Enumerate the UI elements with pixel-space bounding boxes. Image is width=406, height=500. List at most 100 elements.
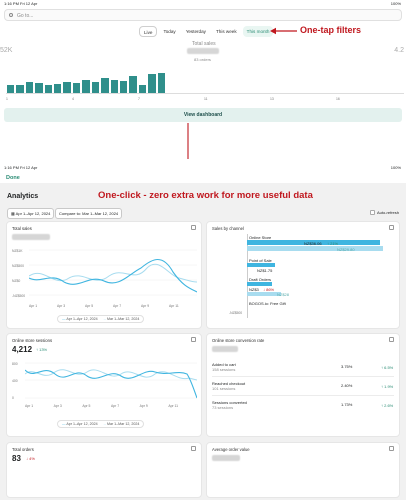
y-tick: -NZ$500 — [12, 294, 26, 298]
average-order-value-card[interactable]: Average order value — [206, 442, 400, 498]
battery-level: 100% — [390, 1, 401, 6]
conversion-rate-card[interactable]: Online store conversion rate Added to ca… — [206, 333, 400, 437]
x-tick: Apr 7 — [111, 404, 120, 408]
y-tick: 400 — [12, 379, 18, 383]
funnel-sessions: 101 sessions — [212, 386, 236, 391]
filter-today[interactable]: Today — [159, 26, 179, 37]
compare-series-line — [29, 263, 197, 283]
legend-current: — Apr 1–Apr 12, 2024 — [62, 422, 98, 426]
filter-live[interactable]: Live — [139, 26, 158, 37]
sessions-line-chart — [25, 362, 197, 399]
card-menu-icon[interactable] — [191, 337, 196, 342]
legend-current-label: Apr 1–Apr 12, 2024 — [66, 317, 98, 321]
funnel-change: ↑ 6.5% — [381, 365, 394, 370]
search-icon — [9, 13, 13, 17]
legend-compare: -- Mar 1–Mar 12, 2024 — [103, 317, 140, 321]
card-menu-icon[interactable] — [191, 446, 196, 451]
sales-bar — [101, 78, 109, 93]
x-tick: Apr 1 — [25, 404, 34, 408]
sales-by-channel-card[interactable]: Sales by channel Online Store NZ$36.06 ↑… — [206, 221, 400, 329]
chart-legend: — Apr 1–Apr 12, 2024 -- Mar 1–Mar 12, 20… — [57, 315, 145, 323]
row-divider — [212, 376, 394, 377]
filter-this-month[interactable]: This month — [242, 26, 274, 37]
card-menu-icon[interactable] — [389, 225, 394, 230]
card-menu-icon[interactable] — [389, 337, 394, 342]
x-tick: Apr 9 — [139, 404, 148, 408]
status-time-2: 1:16 PM Fri 12 Apr — [4, 165, 38, 170]
conversion-title: Online store conversion rate — [212, 338, 265, 343]
bar-chart-x-axis: 1 4 7 11 13 16 — [6, 97, 404, 103]
search-bar[interactable]: Go to... — [4, 9, 402, 21]
x-tick: Apr 7 — [113, 304, 122, 308]
x-tick: Apr 11 — [168, 404, 179, 408]
sales-bar — [54, 84, 62, 93]
sales-bar — [7, 84, 15, 93]
sessions-title: Online store sessions — [12, 338, 53, 343]
total-sales-value-redacted — [12, 234, 50, 240]
filter-this-week[interactable]: This week — [212, 26, 241, 37]
funnel-pct: 2.40% — [341, 383, 353, 388]
x-tick: 16 — [336, 97, 340, 101]
done-button[interactable]: Done — [6, 175, 20, 181]
sales-bar — [82, 80, 90, 93]
sales-bar — [63, 82, 71, 93]
funnel-change: ↑ 2.6% — [381, 403, 394, 408]
legend-compare-label: Mar 1–Mar 12, 2024 — [106, 317, 140, 321]
top-nav: 1:16 PM Fri 12 Apr 100% Done — [0, 159, 406, 183]
legend-compare-label: Mar 1–Mar 12, 2024 — [106, 422, 140, 426]
channel-bar-compare — [247, 292, 281, 296]
sales-by-channel-title: Sales by channel — [212, 226, 244, 231]
channel-value: NZ$1.75 — [257, 268, 273, 273]
card-menu-icon[interactable] — [389, 446, 394, 451]
sessions-value: 4,212 — [12, 345, 33, 354]
date-filters: Live Today Yesterday This week This mont… — [139, 26, 274, 37]
funnel-sessions: 158 sessions — [212, 367, 236, 372]
date-range-button[interactable]: ▦ Apr 1–Apr 12, 2024 — [7, 208, 55, 219]
channel-bar-current — [247, 263, 275, 267]
sales-bar — [110, 80, 118, 93]
x-tick: Apr 3 — [57, 304, 66, 308]
status-time: 1:16 PM Fri 12 Apr — [4, 1, 38, 6]
search-placeholder: Go to... — [17, 13, 34, 19]
total-orders-title: Total orders — [12, 447, 34, 452]
y-tick: NZ$0 — [12, 279, 21, 283]
filter-yesterday[interactable]: Yesterday — [182, 26, 210, 37]
total-sales-label: Total sales — [192, 41, 216, 47]
left-metric: 52K — [0, 47, 13, 54]
average-order-title: Average order value — [212, 447, 250, 452]
card-menu-icon[interactable] — [191, 225, 196, 230]
x-tick: 11 — [204, 97, 208, 101]
auto-refresh-checkbox[interactable] — [370, 210, 375, 215]
legend-compare: -- Mar 1–Mar 12, 2024 — [103, 422, 140, 426]
total-sales-value-redacted — [187, 48, 219, 54]
x-tick: Apr 5 — [82, 404, 91, 408]
channel-compare-value: NZ$28 — [277, 292, 290, 297]
total-sales-line-chart — [29, 249, 197, 296]
annotation-one-click: One-click - zero extra work for more use… — [98, 190, 313, 201]
y-tick: NZ$1K — [12, 249, 23, 253]
funnel-sessions: 73 sessions — [212, 405, 234, 410]
x-tick: 7 — [138, 97, 140, 101]
sessions-x-axis: Apr 1 Apr 3 Apr 5 Apr 7 Apr 9 Apr 11 — [25, 404, 197, 409]
battery-level-2: 100% — [390, 165, 401, 170]
sales-bar — [16, 85, 24, 93]
sales-bar — [129, 76, 137, 93]
sessions-card[interactable]: Online store sessions 4,212 ↑ 13% 800 40… — [6, 333, 202, 437]
total-orders-card[interactable]: Total orders 83 ↓ 4% — [6, 442, 202, 498]
total-sales-card[interactable]: Total sales NZ$1K NZ$500 NZ$0 -NZ$500 Ap… — [6, 221, 202, 329]
channel-compare-value: NZ$29.80 — [337, 246, 355, 252]
orders-count: 83 orders — [194, 57, 211, 62]
channel-bar-compare — [247, 246, 383, 251]
view-dashboard-button[interactable]: View dashboard — [4, 108, 402, 122]
x-tick: Apr 3 — [53, 404, 62, 408]
channel-bar-current — [247, 282, 273, 286]
channel-change: ↑ 21% — [327, 240, 339, 246]
annotation-filters: One-tap filters — [300, 25, 362, 35]
sales-bar-chart — [6, 66, 404, 94]
sales-bar — [35, 83, 43, 93]
auto-refresh-label: Auto-refresh — [377, 210, 400, 215]
x-tick: Apr 1 — [29, 304, 38, 308]
compare-button[interactable]: Compare to: Mar 1–Mar 12, 2024 — [55, 208, 123, 219]
bottom-screen: 1:16 PM Fri 12 Apr 100% Done Analytics O… — [0, 159, 406, 500]
total-orders-change: ↓ 4% — [26, 456, 35, 461]
